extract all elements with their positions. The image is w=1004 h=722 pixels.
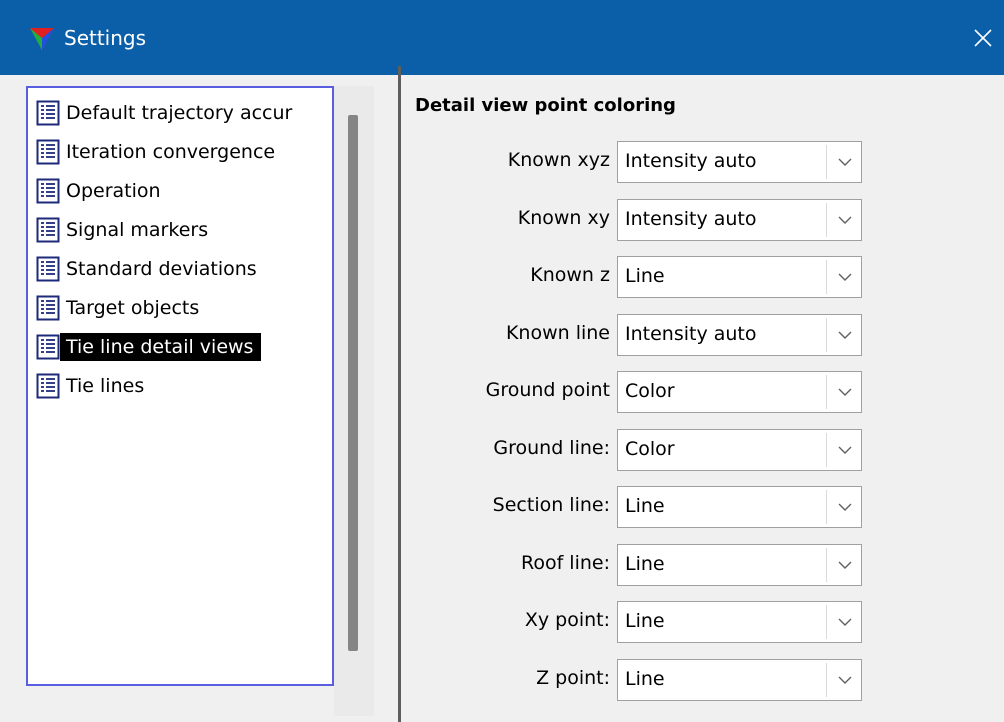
setting-label: Roof line: — [520, 551, 610, 574]
setting-row: Known xy Intensity auto — [401, 198, 1004, 241]
dropdown-value: Color — [625, 380, 675, 402]
dropdown-value: Line — [625, 495, 665, 517]
dropdown-value: Line — [625, 610, 665, 632]
setting-row: Ground point Color — [401, 371, 1004, 413]
dropdown-separator — [826, 662, 827, 697]
settings-panel: Detail view point coloring Known xyz Inte… — [401, 75, 1004, 722]
sidebar-pane: Default trajectory accur Iteration conver… — [8, 75, 399, 722]
setting-dropdown[interactable]: Intensity auto — [617, 198, 862, 241]
dropdown-value: Intensity auto — [625, 322, 757, 345]
triangle-logo-icon — [30, 28, 54, 50]
sidebar-item[interactable]: Operation — [34, 174, 328, 208]
setting-row: Known line Intensity auto — [401, 313, 1004, 356]
setting-row: Roof line: Line — [401, 543, 1004, 586]
sidebar-item[interactable]: Signal markers — [34, 213, 328, 247]
setting-label: Z point: — [536, 666, 610, 689]
chevron-down-icon — [838, 503, 852, 511]
document-list-icon — [36, 295, 60, 321]
setting-label: Known xy — [517, 206, 610, 229]
chevron-down-icon — [838, 331, 852, 339]
sidebar-item-label: Default trajectory accur — [66, 102, 293, 124]
dropdown-value: Intensity auto — [625, 207, 757, 230]
dropdown-value: Line — [625, 265, 665, 287]
dropdown-separator — [826, 317, 827, 352]
document-list-icon — [36, 256, 60, 282]
close-button[interactable] — [966, 22, 1000, 54]
document-list-icon — [36, 373, 60, 399]
sidebar-item-label: Iteration convergence — [66, 141, 276, 163]
document-list-icon — [36, 178, 60, 204]
setting-label: Known z — [530, 264, 610, 286]
sidebar-item-label: Tie lines — [66, 375, 145, 397]
setting-dropdown[interactable]: Line — [617, 486, 862, 528]
setting-label: Xy point: — [524, 609, 610, 631]
chevron-down-icon — [838, 158, 852, 166]
chevron-down-icon — [838, 676, 852, 684]
sidebar-item[interactable]: Tie lines — [34, 369, 328, 403]
setting-label: Section line: — [492, 494, 610, 516]
chevron-down-icon — [838, 618, 852, 626]
dropdown-separator — [826, 375, 827, 409]
dropdown-separator — [826, 547, 827, 582]
chevron-down-icon — [838, 388, 852, 396]
setting-label: Ground line: — [493, 436, 610, 459]
setting-dropdown[interactable]: Line — [617, 256, 862, 298]
setting-row: Ground line: Color — [401, 428, 1004, 471]
setting-label: Ground point — [485, 379, 610, 401]
sidebar-item[interactable]: Default trajectory accur — [34, 96, 328, 130]
dropdown-separator — [826, 490, 827, 524]
sidebar-item[interactable]: Tie line detail views — [34, 330, 328, 364]
dropdown-separator — [826, 432, 827, 467]
sidebar-item[interactable]: Target objects — [34, 291, 328, 325]
document-list-icon — [36, 334, 60, 360]
setting-row: Z point: Line — [401, 658, 1004, 701]
sidebar-item-label: Operation — [66, 180, 161, 202]
scrollbar-thumb[interactable] — [348, 115, 358, 651]
sidebar-item-label: Tie line detail views — [60, 333, 262, 361]
settings-tree[interactable]: Default trajectory accur Iteration conver… — [26, 86, 334, 686]
settings-window: Settings Default trajectory accur Iterati… — [0, 0, 1004, 722]
dropdown-value: Intensity auto — [625, 150, 757, 172]
setting-row: Known xyz Intensity auto — [401, 141, 1004, 183]
window-title: Settings — [64, 26, 147, 50]
dropdown-separator — [826, 202, 827, 237]
dropdown-separator — [826, 260, 827, 294]
section-title: Detail view point coloring — [415, 95, 676, 116]
sidebar-item-label: Target objects — [66, 297, 200, 319]
dropdown-value: Color — [625, 437, 675, 460]
title-bar: Settings — [0, 0, 1004, 75]
sidebar-item-label: Standard deviations — [66, 258, 257, 280]
dropdown-separator — [826, 145, 827, 179]
dropdown-value: Line — [625, 667, 665, 690]
setting-dropdown[interactable]: Line — [617, 601, 862, 643]
sidebar-item-label: Signal markers — [66, 219, 209, 241]
sidebar-item[interactable]: Iteration convergence — [34, 135, 328, 169]
document-list-icon — [36, 100, 60, 126]
setting-label: Known line — [505, 321, 610, 344]
chevron-down-icon — [838, 273, 852, 281]
setting-dropdown[interactable]: Intensity auto — [617, 313, 862, 356]
document-list-icon — [36, 139, 60, 165]
setting-dropdown[interactable]: Intensity auto — [617, 141, 862, 183]
chevron-down-icon — [838, 216, 852, 224]
setting-row: Known z Line — [401, 256, 1004, 298]
dropdown-separator — [826, 605, 827, 639]
setting-dropdown[interactable]: Color — [617, 428, 862, 471]
document-list-icon — [36, 217, 60, 243]
setting-dropdown[interactable]: Line — [617, 658, 862, 701]
setting-dropdown[interactable]: Line — [617, 543, 862, 586]
dropdown-value: Line — [625, 552, 665, 575]
setting-dropdown[interactable]: Color — [617, 371, 862, 413]
setting-row: Section line: Line — [401, 486, 1004, 528]
chevron-down-icon — [838, 561, 852, 569]
setting-row: Xy point: Line — [401, 601, 1004, 643]
sidebar-item[interactable]: Standard deviations — [34, 252, 328, 286]
close-icon — [974, 29, 992, 47]
setting-label: Known xyz — [507, 149, 610, 171]
chevron-down-icon — [838, 446, 852, 454]
